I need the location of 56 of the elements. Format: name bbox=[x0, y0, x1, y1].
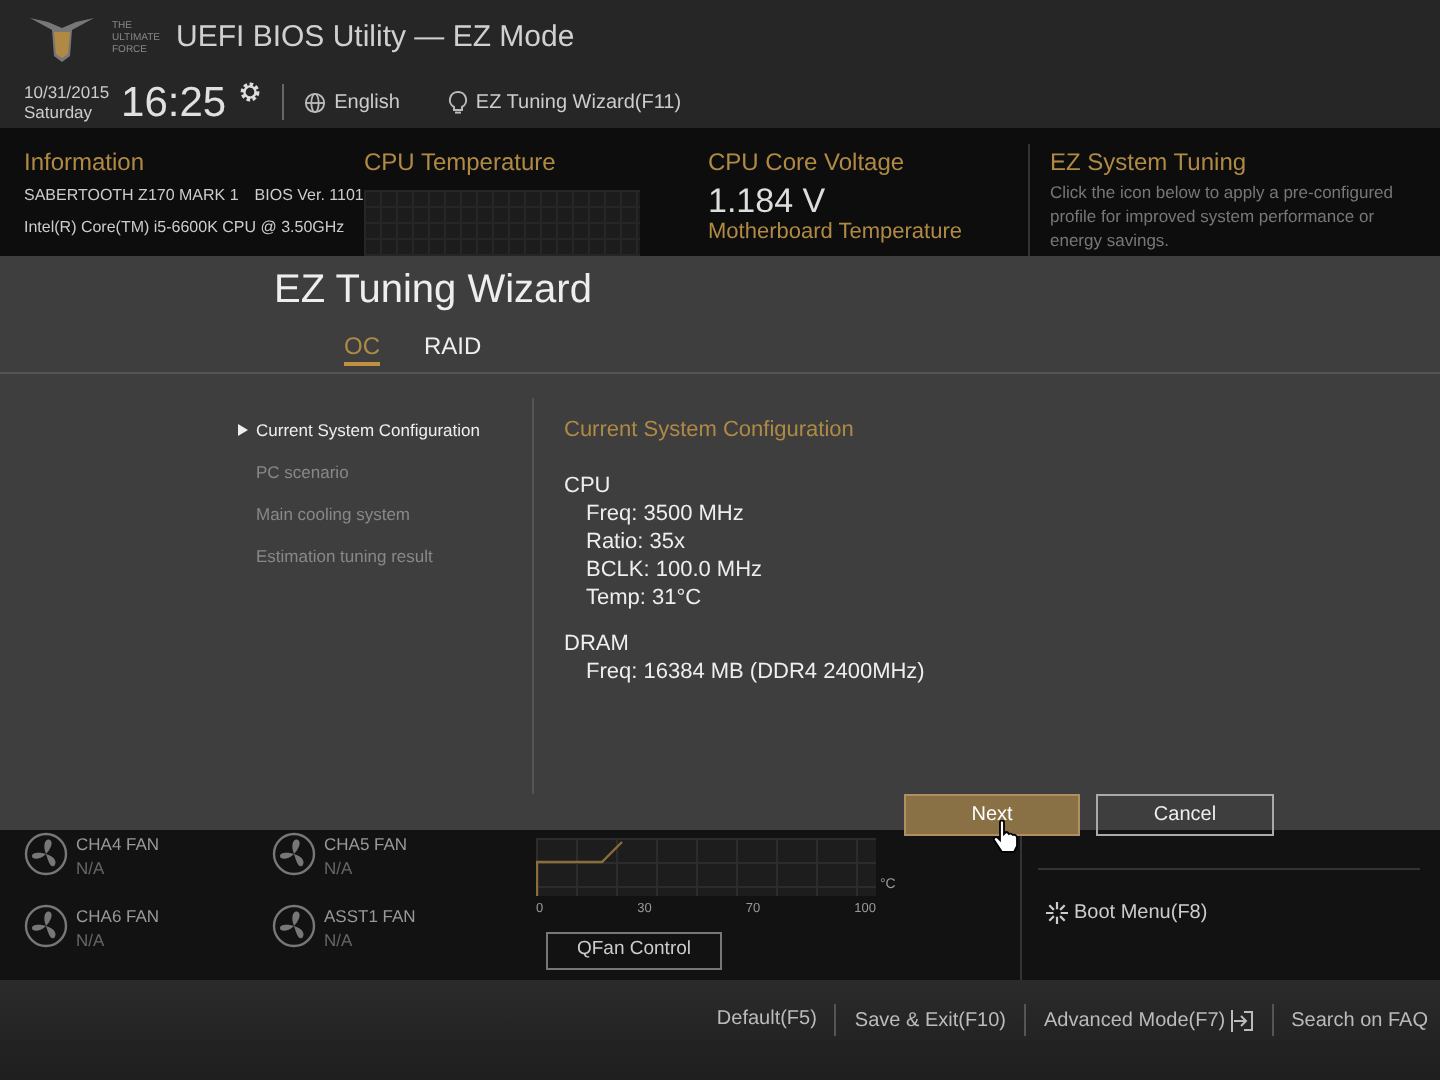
panel-heading: CPU Temperature bbox=[364, 146, 558, 180]
panel-heading: EZ System Tuning bbox=[1050, 146, 1249, 180]
spec-line: Freq: 3500 MHz bbox=[584, 499, 746, 527]
fan-icon bbox=[24, 904, 68, 948]
fan-name: CHA5 FAN bbox=[324, 832, 408, 856]
fan-name: ASST1 FAN bbox=[324, 904, 416, 928]
tab[interactable]: RAID bbox=[424, 330, 482, 366]
language-button[interactable]: English bbox=[304, 87, 400, 117]
fan-value: N/A bbox=[324, 856, 355, 880]
panel-heading: Motherboard Temperature bbox=[708, 220, 964, 246]
tuning-description: Click the icon below to apply a pre-configured profile for improved system performance or energy savings. bbox=[1050, 180, 1396, 252]
exit-icon bbox=[1229, 1009, 1254, 1031]
cancel-button[interactable]: Cancel bbox=[1096, 794, 1274, 836]
fan-value: N/A bbox=[76, 928, 107, 952]
dialog-title: EZ Tuning Wizard bbox=[274, 266, 594, 316]
panel-heading: CPU Core Voltage bbox=[708, 146, 907, 180]
lightbulb-icon bbox=[447, 90, 468, 114]
group-label: DRAM bbox=[564, 629, 631, 657]
fan-name: CHA6 FAN bbox=[76, 904, 160, 928]
cpu-model-text: Intel(R) Core(TM) i5-6600K CPU @ 3.50GHz bbox=[24, 216, 347, 240]
fan-icon bbox=[272, 904, 316, 948]
fan-value: N/A bbox=[76, 856, 107, 880]
footer-button[interactable]: Default(F5) bbox=[716, 1004, 817, 1034]
board-model-text: SABERTOOTH Z170 MARK 1 bbox=[24, 184, 239, 208]
panel-heading: Information bbox=[24, 146, 147, 180]
content-heading: Current System Configuration bbox=[564, 416, 856, 446]
bios-version-text: BIOS Ver. 1101 bbox=[254, 184, 364, 208]
window-title: UEFI BIOS Utility — EZ Mode bbox=[176, 17, 575, 58]
sparkle-icon bbox=[1046, 902, 1068, 924]
pointer-triangle-icon bbox=[238, 424, 248, 436]
hand-cursor-icon bbox=[992, 820, 1020, 854]
fan-icon bbox=[24, 832, 68, 876]
spec-line: Temp: 31°C bbox=[584, 583, 704, 611]
fan-name: CHA4 FAN bbox=[76, 832, 160, 856]
next-button[interactable]: Next bbox=[904, 794, 1080, 836]
qfan-control-button[interactable]: QFan Control bbox=[546, 931, 722, 970]
footer-button[interactable]: Search on FAQ bbox=[1291, 1005, 1428, 1035]
settings-icon[interactable] bbox=[238, 80, 263, 104]
wing-logo-icon bbox=[28, 12, 96, 64]
footer-button[interactable]: Save & Exit(F10) bbox=[854, 1005, 1007, 1035]
spec-line: BCLK: 100.0 MHz bbox=[584, 555, 765, 583]
fan-icon bbox=[272, 832, 316, 876]
fan-curve-line bbox=[536, 840, 624, 896]
day-text: Saturday bbox=[24, 102, 95, 122]
step-item[interactable]: Current System Configuration bbox=[238, 417, 480, 443]
clock-time: 16:25 bbox=[121, 81, 227, 123]
group-label: CPU bbox=[564, 471, 613, 499]
fan-value: N/A bbox=[324, 928, 355, 952]
voltage-value: 1.184 V bbox=[708, 182, 828, 220]
ez-tuning-wizard-button[interactable]: EZ Tuning Wizard(F11) bbox=[447, 87, 682, 117]
spec-line: Freq: 16384 MB (DDR4 2400MHz) bbox=[584, 657, 925, 685]
date-text: 10/31/2015 bbox=[24, 82, 110, 102]
spec-line: Ratio: 35x bbox=[584, 527, 688, 555]
globe-icon bbox=[304, 91, 327, 113]
footer-button[interactable]: Advanced Mode(F7) bbox=[1044, 1005, 1254, 1035]
boot-menu-button[interactable]: Boot Menu(F8) bbox=[1046, 898, 1208, 928]
